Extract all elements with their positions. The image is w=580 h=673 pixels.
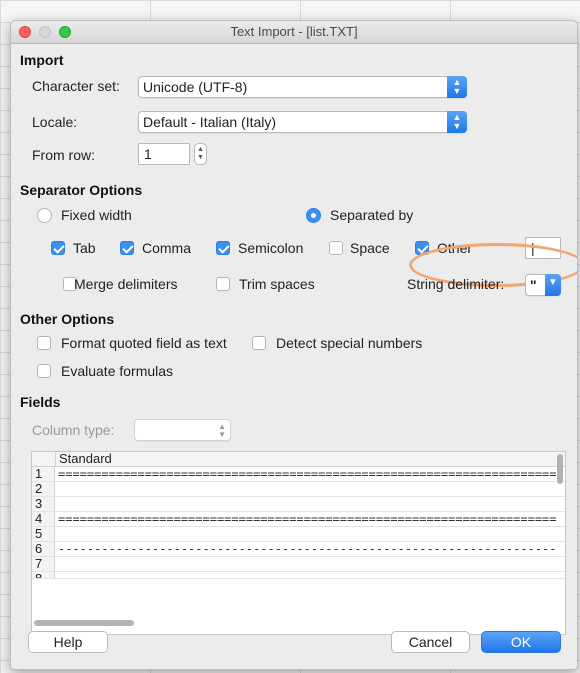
evaluate-formulas-label: Evaluate formulas: [61, 363, 174, 379]
semicolon-checkbox[interactable]: [216, 241, 230, 255]
from-row-value: 1: [144, 146, 152, 162]
format-quoted-label: Format quoted field as text: [61, 335, 227, 351]
chevron-down-icon: ▼: [545, 274, 561, 296]
table-row[interactable]: 4 ======================================…: [32, 512, 565, 527]
locale-select[interactable]: Default - Italian (Italy) ▲ ▼: [138, 111, 467, 133]
tab-checkbox[interactable]: [51, 241, 65, 255]
fixed-width-radio[interactable]: [37, 208, 52, 223]
column-type-select[interactable]: ▲ ▼: [134, 419, 231, 441]
row-cell: [58, 482, 565, 496]
column-type-label: Column type:: [32, 422, 115, 438]
row-number: 8: [32, 572, 55, 578]
charset-value: Unicode (UTF-8): [143, 79, 248, 95]
from-row-stepper[interactable]: ▲ ▼: [194, 143, 207, 165]
row-number: 1: [32, 467, 55, 481]
charset-label: Character set:: [32, 78, 120, 94]
title-bar: Text Import - [list.TXT]: [11, 21, 577, 44]
row-cell: [58, 572, 565, 578]
row-number: 7: [32, 557, 55, 571]
trim-spaces-checkbox[interactable]: [216, 277, 230, 291]
horizontal-scrollbar-thumb[interactable]: [34, 620, 134, 626]
format-quoted-checkbox[interactable]: [37, 336, 51, 350]
separated-by-label: Separated by: [330, 207, 414, 223]
table-row[interactable]: 1 ======================================…: [32, 467, 565, 482]
window-title: Text Import - [list.TXT]: [230, 24, 358, 39]
row-cell: ========================================…: [58, 512, 557, 526]
preview-header-row: Standard: [32, 452, 565, 467]
cancel-button[interactable]: Cancel: [391, 631, 470, 653]
detect-special-label: Detect special numbers: [276, 335, 423, 351]
chevron-updown-icon: ▲ ▼: [447, 111, 467, 133]
row-cell: ========================================…: [58, 467, 557, 481]
ok-button[interactable]: OK: [481, 631, 561, 653]
comma-checkbox[interactable]: [120, 241, 134, 255]
separated-by-radio[interactable]: [306, 208, 321, 223]
charset-select[interactable]: Unicode (UTF-8) ▲ ▼: [138, 76, 467, 98]
row-number: 6: [32, 542, 55, 556]
row-number: 5: [32, 527, 55, 541]
fields-heading: Fields: [20, 394, 61, 410]
string-delimiter-value: ": [530, 277, 537, 293]
evaluate-formulas-checkbox[interactable]: [37, 364, 51, 378]
text-import-dialog: Text Import - [list.TXT] Import Characte…: [10, 20, 578, 670]
table-row[interactable]: 5: [32, 527, 565, 542]
detect-special-checkbox[interactable]: [252, 336, 266, 350]
chevron-updown-icon: ▲ ▼: [218, 422, 226, 439]
horizontal-scrollbar[interactable]: [31, 617, 564, 629]
from-row-input[interactable]: 1: [138, 143, 190, 165]
row-cell: ----------------------------------------…: [58, 542, 557, 556]
string-delimiter-select[interactable]: " ▼: [525, 274, 561, 296]
space-label: Space: [350, 240, 390, 256]
other-options-heading: Other Options: [20, 311, 115, 327]
vertical-scrollbar-thumb[interactable]: [557, 454, 563, 484]
row-cell: [58, 527, 565, 541]
row-number: 4: [32, 512, 55, 526]
row-cell: [58, 497, 565, 511]
row-number: 2: [32, 482, 55, 496]
space-checkbox[interactable]: [329, 241, 343, 255]
row-header-corner: [32, 452, 56, 466]
fixed-width-label: Fixed width: [61, 207, 132, 223]
locale-value: Default - Italian (Italy): [143, 114, 277, 130]
table-row[interactable]: 3: [32, 497, 565, 512]
tab-label: Tab: [73, 240, 96, 256]
column-header-standard[interactable]: Standard: [59, 452, 112, 466]
separator-heading: Separator Options: [20, 182, 143, 198]
help-button[interactable]: Help: [28, 631, 108, 653]
trim-spaces-label: Trim spaces: [239, 276, 315, 292]
table-row[interactable]: 2: [32, 482, 565, 497]
table-row[interactable]: 8: [32, 572, 565, 579]
from-row-label: From row:: [32, 147, 95, 163]
merge-delimiters-label: Merge delimiters: [74, 276, 178, 292]
table-row[interactable]: 7: [32, 557, 565, 572]
comma-label: Comma: [142, 240, 192, 256]
string-delimiter-label: String delimiter:: [407, 276, 505, 292]
row-cell: [58, 557, 565, 571]
locale-label: Locale:: [32, 114, 78, 130]
semicolon-label: Semicolon: [238, 240, 304, 256]
row-number: 3: [32, 497, 55, 511]
table-row[interactable]: 6 --------------------------------------…: [32, 542, 565, 557]
import-heading: Import: [20, 52, 64, 68]
chevron-updown-icon: ▲ ▼: [447, 76, 467, 98]
fields-preview-table[interactable]: Standard 1 =============================…: [31, 451, 566, 635]
